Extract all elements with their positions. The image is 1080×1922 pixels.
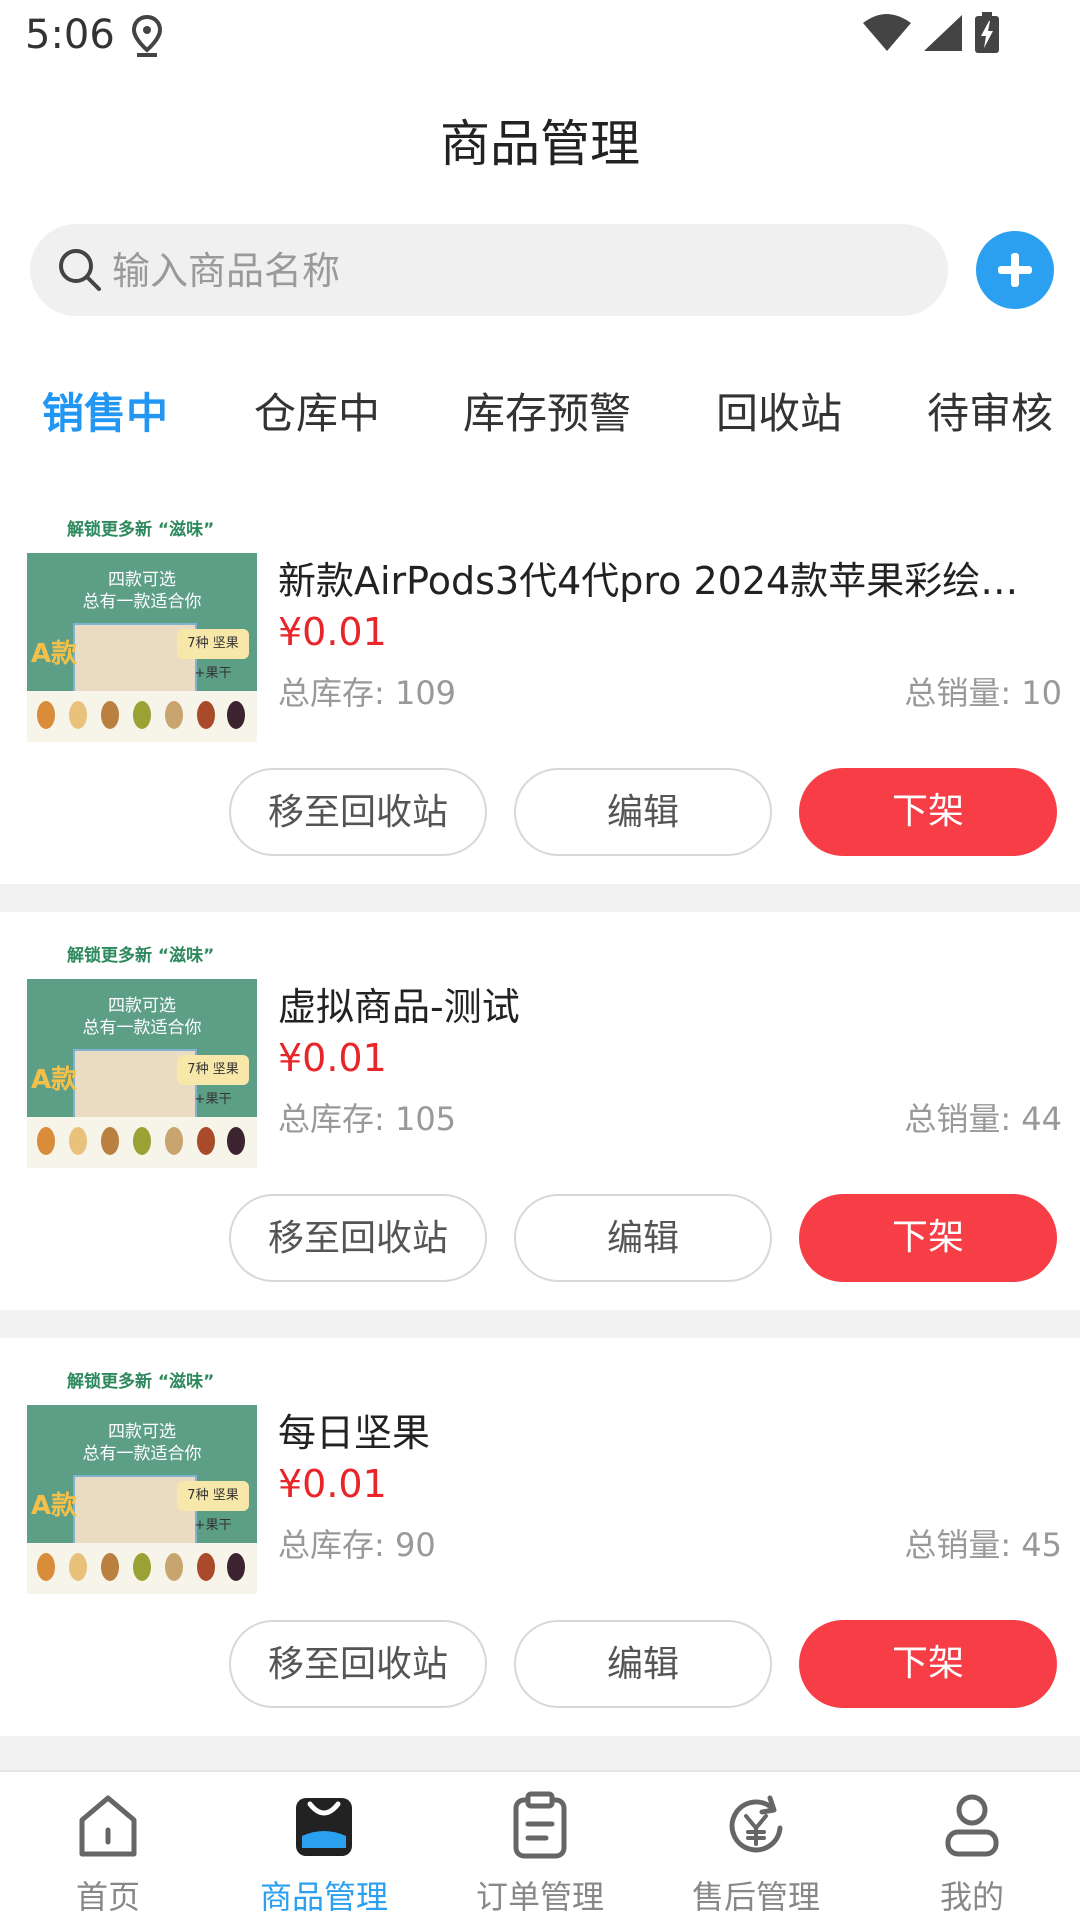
nav-products[interactable]: 商品管理 bbox=[216, 1772, 432, 1922]
card-divider bbox=[0, 1310, 1080, 1338]
refund-yen-icon bbox=[729, 1795, 783, 1853]
add-product-button[interactable] bbox=[976, 231, 1054, 309]
product-stock: 总库存: 90 bbox=[278, 1526, 436, 1564]
tab-on-sale[interactable]: 销售中 bbox=[42, 380, 168, 441]
page-title: 商品管理 bbox=[440, 115, 640, 173]
product-sales: 总销量: 45 bbox=[904, 1526, 1062, 1564]
location-icon bbox=[131, 14, 163, 57]
edit-button[interactable]: 编辑 bbox=[514, 768, 772, 856]
user-icon bbox=[945, 1794, 999, 1857]
card-divider bbox=[0, 884, 1080, 912]
edit-button[interactable]: 编辑 bbox=[514, 1620, 772, 1708]
product-card[interactable]: 解锁更多新 “滋味” 四款可选 总有一款适合你 A款 7种 坚果+果干 每日坚果… bbox=[0, 1352, 1080, 1736]
product-price: ¥0.01 bbox=[278, 610, 387, 654]
product-sales: 总销量: 44 bbox=[904, 1100, 1062, 1138]
tab-in-warehouse[interactable]: 仓库中 bbox=[254, 380, 380, 441]
nav-mine[interactable]: 我的 bbox=[864, 1772, 1080, 1922]
product-sales: 总销量: 10 bbox=[904, 674, 1062, 712]
nav-after-sales[interactable]: 售后管理 bbox=[648, 1772, 864, 1922]
take-off-shelf-button[interactable]: 下架 bbox=[799, 768, 1057, 856]
product-stock: 总库存: 109 bbox=[278, 674, 457, 712]
status-tabs: 销售中 仓库中 库存预警 回收站 待审核 bbox=[0, 380, 1080, 450]
take-off-shelf-button[interactable]: 下架 bbox=[799, 1194, 1057, 1282]
edit-button[interactable]: 编辑 bbox=[514, 1194, 772, 1282]
card-divider bbox=[0, 1736, 1080, 1770]
product-price: ¥0.01 bbox=[278, 1036, 387, 1080]
move-to-recycle-button[interactable]: 移至回收站 bbox=[229, 768, 487, 856]
wifi-icon bbox=[863, 14, 911, 51]
signal-icon bbox=[924, 15, 962, 51]
status-icons bbox=[862, 12, 1000, 54]
search-bar[interactable] bbox=[30, 224, 948, 318]
shopping-bag-icon bbox=[296, 1798, 352, 1856]
move-to-recycle-button[interactable]: 移至回收站 bbox=[229, 1194, 487, 1282]
home-icon bbox=[79, 1795, 137, 1857]
product-image: 解锁更多新 “滋味” 四款可选 总有一款适合你 A款 7种 坚果+果干 bbox=[27, 1357, 257, 1594]
product-stock: 总库存: 105 bbox=[278, 1100, 457, 1138]
tab-pending-review[interactable]: 待审核 bbox=[927, 380, 1053, 441]
take-off-shelf-button[interactable]: 下架 bbox=[799, 1620, 1057, 1708]
product-price: ¥0.01 bbox=[278, 1462, 387, 1506]
plus-icon bbox=[998, 253, 1032, 287]
product-card[interactable]: 解锁更多新 “滋味” 四款可选 总有一款适合你 A款 7种 坚果+果干 虚拟商品… bbox=[0, 926, 1080, 1310]
search-icon bbox=[59, 249, 101, 291]
nav-orders[interactable]: 订单管理 bbox=[432, 1772, 648, 1922]
status-time: 5:06 bbox=[25, 12, 115, 58]
tab-recycle-bin[interactable]: 回收站 bbox=[716, 380, 842, 441]
move-to-recycle-button[interactable]: 移至回收站 bbox=[229, 1620, 487, 1708]
product-name: 每日坚果 bbox=[278, 1411, 431, 1455]
tab-stock-warning[interactable]: 库存预警 bbox=[463, 380, 631, 441]
status-bar: 5:06 bbox=[0, 0, 1080, 72]
product-card[interactable]: 解锁更多新 “滋味” 四款可选 总有一款适合你 A款 7种 坚果+果干 新款Ai… bbox=[0, 500, 1080, 884]
product-image: 解锁更多新 “滋味” 四款可选 总有一款适合你 A款 7种 坚果+果干 bbox=[27, 931, 257, 1168]
product-image: 解锁更多新 “滋味” 四款可选 总有一款适合你 A款 7种 坚果+果干 bbox=[27, 505, 257, 742]
clipboard-icon bbox=[513, 1791, 567, 1859]
product-name: 虚拟商品-测试 bbox=[278, 985, 520, 1029]
bottom-nav: 首页 商品管理 订单管理 售后管理 我的 bbox=[0, 1770, 1080, 1922]
nav-home[interactable]: 首页 bbox=[0, 1772, 216, 1922]
product-name: 新款AirPods3代4代pro 2024款苹果彩绘音... bbox=[278, 559, 1048, 603]
search-input[interactable] bbox=[110, 224, 934, 318]
battery-icon bbox=[975, 12, 999, 53]
